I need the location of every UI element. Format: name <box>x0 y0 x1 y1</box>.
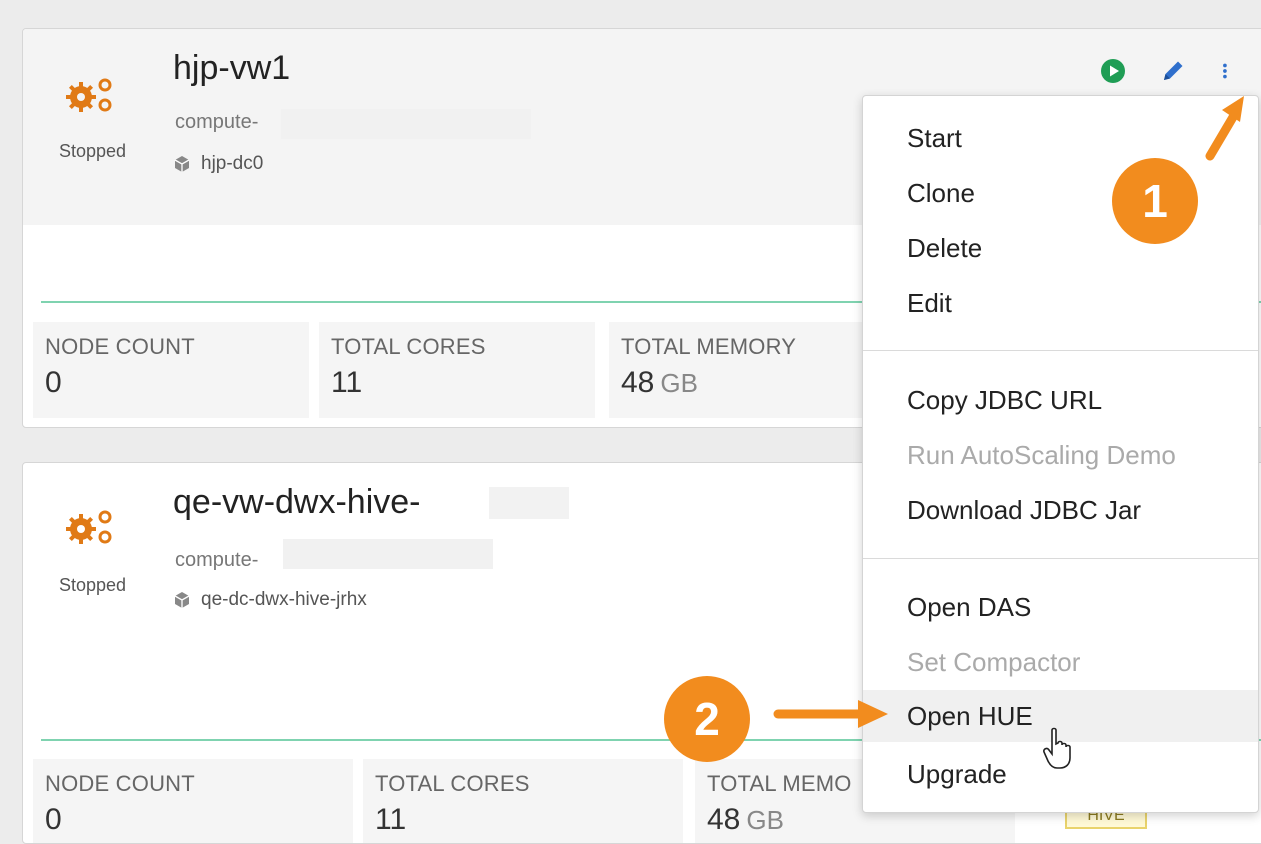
menu-item-open-das[interactable]: Open DAS <box>863 581 1258 633</box>
stat-total-cores: TOTAL CORES 11 <box>363 759 683 843</box>
compute-name: compute- <box>175 111 259 133</box>
status-label: Stopped <box>59 575 127 595</box>
menu-item-edit[interactable]: Edit <box>863 277 1258 329</box>
stat-value: 11 <box>331 366 363 399</box>
stat-value: 48 GB <box>707 803 784 837</box>
database-catalog[interactable]: hjp-dc0 <box>173 153 263 175</box>
menu-item-start[interactable]: Start <box>863 112 1258 164</box>
kebab-menu-icon[interactable] <box>1220 58 1236 84</box>
stat-label: NODE COUNT <box>45 771 195 796</box>
stat-total-memory: TOTAL MEMORY 48 GB <box>609 322 885 418</box>
status-label: Stopped <box>59 141 127 161</box>
memory-value: 48 <box>707 803 741 836</box>
gears-icon <box>66 510 112 544</box>
redaction-mask <box>489 487 569 519</box>
stat-value: 0 <box>45 803 62 836</box>
stat-value: 0 <box>45 366 62 399</box>
stat-node-count: NODE COUNT 0 <box>33 759 353 843</box>
database-catalog[interactable]: qe-dc-dwx-hive-jrhx <box>173 589 367 611</box>
stat-label: TOTAL CORES <box>375 771 530 796</box>
menu-divider <box>863 558 1258 559</box>
redaction-mask <box>283 539 493 569</box>
database-name: qe-dc-dwx-hive-jrhx <box>201 589 367 610</box>
actions-dropdown-menu: Start Clone Delete Edit Copy JDBC URL Ru… <box>862 95 1259 813</box>
stat-node-count: NODE COUNT 0 <box>33 322 309 418</box>
menu-item-open-hue[interactable]: Open HUE <box>863 690 1258 742</box>
stat-label: NODE COUNT <box>45 334 195 359</box>
menu-item-delete[interactable]: Delete <box>863 222 1258 274</box>
pencil-icon[interactable] <box>1160 58 1186 84</box>
menu-item-clone[interactable]: Clone <box>863 167 1258 219</box>
play-circle-icon[interactable] <box>1100 58 1126 84</box>
stat-label: TOTAL MEMORY <box>621 334 797 359</box>
memory-unit: GB <box>660 368 698 398</box>
cube-icon <box>174 592 190 608</box>
menu-item-set-compactor: Set Compactor <box>907 647 1081 677</box>
menu-item-upgrade[interactable]: Upgrade <box>863 748 1258 800</box>
database-name: hjp-dc0 <box>201 153 264 174</box>
memory-value: 48 <box>621 366 655 399</box>
stat-label: TOTAL MEMO <box>707 771 852 796</box>
menu-divider <box>863 350 1258 351</box>
menu-item-copy-jdbc-url[interactable]: Copy JDBC URL <box>863 374 1258 426</box>
card-actions <box>1100 58 1236 84</box>
annotation-step-1-badge: 1 <box>1112 158 1198 244</box>
menu-item-run-autoscaling-demo: Run AutoScaling Demo <box>907 440 1176 470</box>
redaction-mask <box>281 109 531 139</box>
memory-unit: GB <box>746 805 784 835</box>
annotation-step-2-badge: 2 <box>664 676 750 762</box>
warehouse-name[interactable]: hjp-vw1 <box>173 49 290 88</box>
menu-item-download-jdbc-jar[interactable]: Download JDBC Jar <box>863 484 1258 536</box>
warehouse-name[interactable]: qe-vw-dwx-hive- <box>173 483 421 522</box>
stat-value: 11 <box>375 803 407 836</box>
gears-icon <box>66 78 112 112</box>
stat-label: TOTAL CORES <box>331 334 486 359</box>
stat-total-cores: TOTAL CORES 11 <box>319 322 595 418</box>
compute-name: compute- <box>175 549 259 571</box>
stat-value: 48 GB <box>621 366 698 400</box>
cube-icon <box>174 156 190 172</box>
